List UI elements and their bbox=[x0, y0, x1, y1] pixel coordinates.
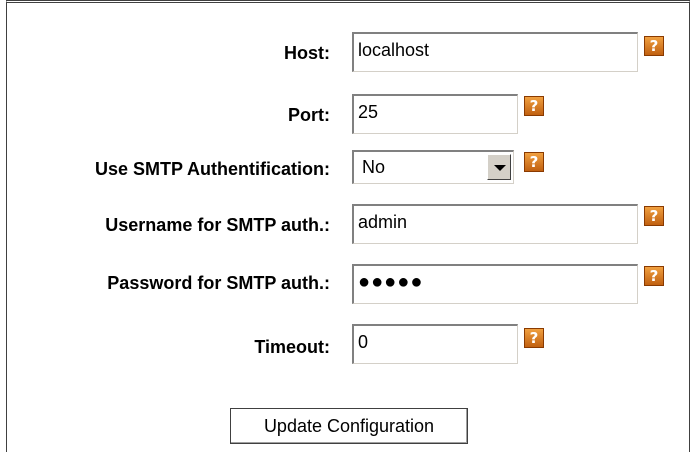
username-help-icon[interactable]: ? bbox=[644, 206, 664, 226]
username-label: Username for SMTP auth.: bbox=[105, 215, 330, 235]
smtp-auth-help-icon[interactable]: ? bbox=[524, 152, 544, 172]
update-configuration-button[interactable]: Update Configuration bbox=[230, 408, 468, 444]
timeout-label: Timeout: bbox=[254, 337, 330, 357]
timeout-input[interactable]: 0 bbox=[352, 324, 518, 364]
port-help-icon[interactable]: ? bbox=[524, 96, 544, 116]
host-label: Host: bbox=[284, 43, 330, 63]
port-label: Port: bbox=[288, 105, 330, 125]
password-input[interactable]: ●●●●● bbox=[352, 264, 638, 304]
host-input[interactable]: localhost bbox=[352, 32, 638, 72]
port-input[interactable]: 25 bbox=[352, 94, 518, 134]
timeout-help-icon[interactable]: ? bbox=[524, 328, 544, 348]
smtp-auth-select[interactable]: No bbox=[352, 150, 514, 184]
password-label: Password for SMTP auth.: bbox=[107, 273, 330, 293]
smtp-auth-label: Use SMTP Authentification: bbox=[94, 159, 330, 179]
smtp-auth-value: No bbox=[362, 157, 386, 177]
password-help-icon[interactable]: ? bbox=[644, 266, 664, 286]
chevron-down-icon[interactable] bbox=[487, 154, 511, 180]
username-input[interactable]: admin bbox=[352, 204, 638, 244]
host-help-icon[interactable]: ? bbox=[644, 36, 664, 56]
